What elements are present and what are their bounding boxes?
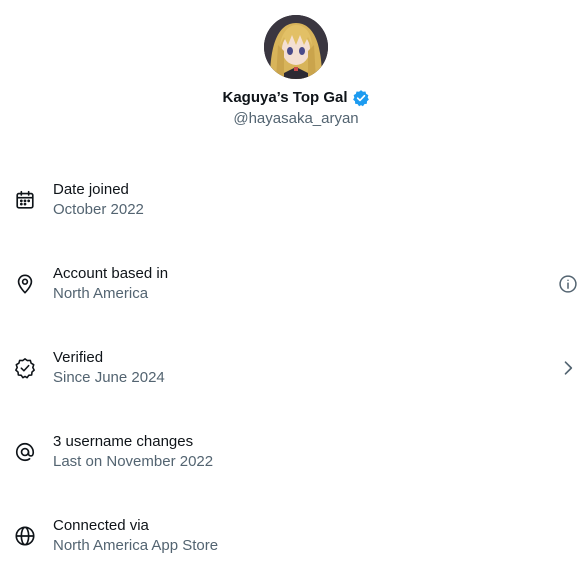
row-title: Account based in (53, 265, 169, 282)
row-date-joined: Date joined October 2022 (0, 158, 582, 242)
location-pin-icon (14, 273, 36, 295)
chevron-right-icon[interactable] (558, 358, 578, 378)
globe-icon (14, 525, 36, 547)
about-account-list: Date joined October 2022 Account based i… (0, 158, 582, 578)
row-subtitle: Last on November 2022 (53, 453, 214, 470)
row-text: Connected via North America App Store (53, 516, 218, 556)
row-text: Date joined October 2022 (53, 180, 144, 220)
profile-header: Kaguya’s Top Gal @hayasaka_aryan (0, 0, 582, 140)
name-row: Kaguya’s Top Gal (0, 87, 582, 109)
row-subtitle: Since June 2024 (53, 369, 165, 386)
profile-handle: @hayasaka_aryan (233, 110, 359, 127)
row-title: 3 username changes (53, 433, 194, 450)
row-subtitle: North America (53, 285, 149, 302)
row-title: Date joined (53, 181, 129, 198)
row-subtitle: October 2022 (53, 201, 144, 218)
row-title: Connected via (53, 517, 149, 534)
avatar[interactable] (264, 15, 328, 79)
display-name: Kaguya’s Top Gal (222, 89, 348, 106)
verified-check-icon (14, 357, 36, 379)
row-verified[interactable]: Verified Since June 2024 (0, 326, 582, 410)
row-account-based-in: Account based in North America (0, 242, 582, 326)
calendar-icon (14, 189, 36, 211)
at-sign-icon (14, 441, 36, 463)
row-text: 3 username changes Last on November 2022 (53, 432, 213, 472)
verified-badge-icon (352, 89, 370, 107)
info-icon[interactable] (558, 274, 578, 294)
row-username-changes: 3 username changes Last on November 2022 (0, 410, 582, 494)
row-connected-via: Connected via North America App Store (0, 494, 582, 578)
row-text: Account based in North America (53, 264, 168, 304)
row-title: Verified (53, 349, 104, 366)
row-subtitle: North America App Store (53, 537, 219, 554)
row-text: Verified Since June 2024 (53, 348, 165, 388)
